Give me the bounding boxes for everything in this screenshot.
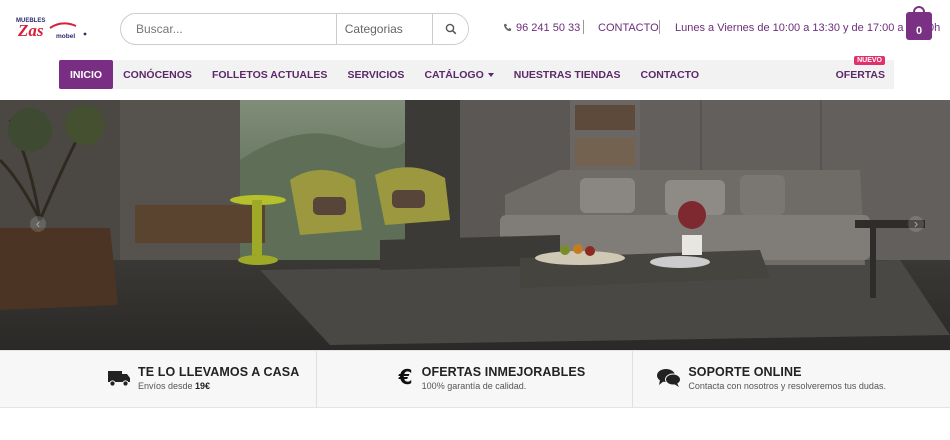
nav-item-catalogo[interactable]: CATÁLOGO: [414, 60, 503, 89]
nav-item-folletos[interactable]: FOLLETOS ACTUALES: [202, 60, 338, 89]
search-icon: [445, 23, 456, 35]
svg-text:mobel: mobel: [56, 33, 75, 40]
feature-subtitle-text: Envíos desde: [138, 381, 196, 391]
euro-icon: €: [398, 365, 413, 389]
feature-support: SOPORTE ONLINE Contacta con nosotros y r…: [633, 351, 950, 407]
search-button[interactable]: [432, 14, 468, 44]
living-room-image: [0, 100, 950, 350]
nav-item-inicio[interactable]: INICIO: [59, 60, 114, 89]
site-header: MUEBLES Zas mobel Categorias 96 241 50 3…: [0, 0, 950, 56]
shipping-price: 19€: [195, 381, 211, 391]
category-select[interactable]: Categorias: [335, 14, 432, 44]
new-badge: NUEVO: [854, 56, 885, 65]
phone-icon: [503, 23, 512, 32]
nav-item-catalogo-label: CATÁLOGO: [424, 68, 484, 81]
feature-subtitle: 100% garantía de calidad.: [421, 381, 527, 391]
search-bar: Categorias: [120, 13, 469, 45]
truck-icon: [108, 371, 130, 387]
cart-count: 0: [915, 25, 923, 37]
category-select-label: Categorias: [344, 22, 403, 36]
slider-next-button[interactable]: ›: [908, 216, 924, 232]
chat-icon: [657, 369, 682, 387]
svg-text:Zas: Zas: [17, 21, 44, 40]
header-divider: [583, 20, 584, 34]
features-bar: TE LO LLEVAMOS A CASA Envíos desde 19€ €…: [0, 350, 950, 408]
caret-down-icon: [487, 72, 494, 77]
site-logo[interactable]: MUEBLES Zas mobel: [14, 14, 94, 42]
contact-link[interactable]: CONTACTO: [598, 22, 659, 34]
feature-title: TE LO LLEVAMOS A CASA: [138, 365, 300, 379]
nav-item-servicios[interactable]: SERVICIOS: [337, 60, 414, 89]
nav-item-tiendas[interactable]: NUESTRAS TIENDAS: [504, 60, 631, 89]
cart-button[interactable]: 0: [906, 6, 932, 40]
feature-shipping: TE LO LLEVAMOS A CASA Envíos desde 19€: [0, 351, 317, 407]
feature-subtitle: Envíos desde 19€: [138, 381, 210, 391]
hero-slider: ‹ ›: [0, 100, 950, 350]
feature-offers: € OFERTAS INMEJORABLES 100% garantía de …: [317, 351, 634, 407]
shopping-bag-icon: [913, 6, 925, 15]
feature-subtitle: Contacta con nosotros y resolveremos tus…: [688, 381, 886, 391]
feature-title: SOPORTE ONLINE: [688, 365, 802, 379]
phone-number: 96 241 50 33: [516, 22, 581, 34]
nav-item-ofertas-label: OFERTAS: [835, 68, 885, 81]
search-input[interactable]: [121, 14, 336, 44]
slider-prev-button[interactable]: ‹: [30, 216, 46, 232]
feature-title: OFERTAS INMEJORABLES: [421, 365, 586, 379]
phone-link[interactable]: 96 241 50 33: [503, 22, 580, 34]
header-divider: [659, 20, 660, 34]
opening-hours: Lunes a Viernes de 10:00 a 13:30 y de 17…: [675, 22, 941, 34]
nav-item-contacto[interactable]: CONTACTO: [631, 60, 710, 89]
main-nav: INICIO CONÓCENOS FOLLETOS ACTUALES SERVI…: [59, 56, 894, 89]
nav-item-conocenos[interactable]: CONÓCENOS: [113, 60, 202, 89]
